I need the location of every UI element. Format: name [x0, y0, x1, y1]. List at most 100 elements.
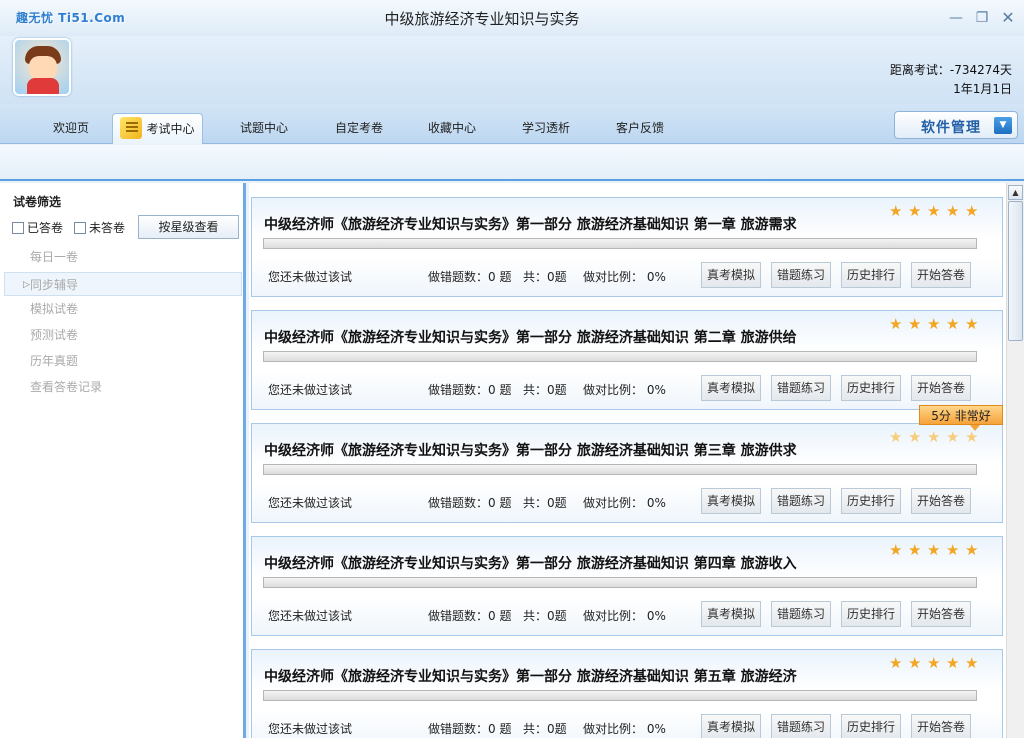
star-rating[interactable]: ★ ★ ★ ★ ★: [889, 204, 979, 220]
tab-welcome[interactable]: 欢迎页: [38, 113, 104, 144]
wrong-practice-button[interactable]: 错题练习: [771, 262, 831, 288]
star-icon[interactable]: ★: [946, 430, 959, 445]
star-icon[interactable]: ★: [908, 204, 921, 219]
mock-exam-button[interactable]: 真考模拟: [701, 488, 761, 514]
answered-checkbox[interactable]: 已答卷: [12, 219, 63, 236]
star-icon[interactable]: ★: [965, 543, 978, 558]
total-count: 共：0题: [523, 609, 567, 623]
wrong-practice-button[interactable]: 错题练习: [771, 601, 831, 627]
star-icon[interactable]: ★: [946, 317, 959, 332]
history-rank-button[interactable]: 历史排行: [841, 375, 901, 401]
paper-title: 中级经济师《旅游经济专业知识与实务》第一部分 旅游经济基础知识 第三章 旅游供求: [264, 443, 797, 459]
star-icon[interactable]: ★: [927, 543, 940, 558]
software-management-label: 软件管理: [921, 120, 981, 136]
star-rating[interactable]: ★ ★ ★ ★ ★: [889, 543, 979, 559]
tab-favorites[interactable]: 收藏中心: [418, 113, 486, 144]
start-exam-button[interactable]: 开始答卷: [911, 375, 971, 401]
star-icon[interactable]: ★: [889, 656, 902, 671]
star-icon[interactable]: ★: [965, 317, 978, 332]
wrong-count: 做错题数：0 题: [428, 496, 512, 510]
tab-custom-paper[interactable]: 自定考卷: [325, 113, 393, 144]
star-icon[interactable]: ★: [927, 204, 940, 219]
wrong-count: 做错题数：0 题: [428, 609, 512, 623]
mock-exam-button[interactable]: 真考模拟: [701, 262, 761, 288]
star-icon[interactable]: ★: [908, 656, 921, 671]
close-button[interactable]: ✕: [1000, 10, 1016, 26]
total-count: 共：0题: [523, 270, 567, 284]
tab-question-center[interactable]: 试题中心: [230, 113, 298, 144]
history-rank-button[interactable]: 历史排行: [841, 714, 901, 738]
paper-card: 中级经济师《旅游经济专业知识与实务》第一部分 旅游经济基础知识 第四章 旅游收入…: [251, 536, 1003, 636]
mock-exam-button[interactable]: 真考模拟: [701, 714, 761, 738]
attempt-status: 您还未做过该试: [268, 270, 353, 284]
attempt-status: 您还未做过该试: [268, 609, 353, 623]
sidebar-item-sync[interactable]: ▷ 同步辅导: [4, 272, 242, 296]
star-icon[interactable]: ★: [927, 430, 940, 445]
progress-bar: [263, 464, 977, 475]
wrong-practice-button[interactable]: 错题练习: [771, 714, 831, 738]
star-icon[interactable]: ★: [889, 317, 902, 332]
star-icon[interactable]: ★: [927, 317, 940, 332]
toolbar-strip: [0, 145, 1024, 181]
start-exam-button[interactable]: 开始答卷: [911, 488, 971, 514]
avatar: [13, 38, 71, 96]
unanswered-checkbox[interactable]: 未答卷: [74, 219, 125, 236]
start-exam-button[interactable]: 开始答卷: [911, 262, 971, 288]
history-rank-button[interactable]: 历史排行: [841, 601, 901, 627]
attempt-status: 您还未做过该试: [268, 383, 353, 397]
star-icon[interactable]: ★: [908, 543, 921, 558]
scroll-thumb[interactable]: [1008, 201, 1023, 341]
tab-exam-center-label: 考试中心: [146, 122, 195, 136]
star-icon[interactable]: ★: [965, 204, 978, 219]
star-rating[interactable]: ★ ★ ★ ★ ★: [889, 317, 979, 333]
unanswered-label: 未答卷: [89, 221, 126, 235]
correct-ratio: 做对比例： 0%: [583, 270, 666, 284]
star-icon[interactable]: ★: [889, 204, 902, 219]
correct-ratio: 做对比例： 0%: [583, 496, 666, 510]
star-icon[interactable]: ★: [889, 430, 902, 445]
star-rating[interactable]: ★ ★ ★ ★ ★: [889, 656, 979, 672]
main-nav: 欢迎页 考试中心 试题中心 自定考卷 收藏中心 学习透析 客户反馈: [0, 104, 1024, 144]
tab-exam-center[interactable]: 考试中心: [112, 113, 203, 144]
history-rank-button[interactable]: 历史排行: [841, 488, 901, 514]
star-icon[interactable]: ★: [908, 317, 921, 332]
progress-bar: [263, 577, 977, 588]
star-icon[interactable]: ★: [965, 656, 978, 671]
sidebar-item-records[interactable]: 查看答卷记录: [4, 375, 242, 399]
start-exam-button[interactable]: 开始答卷: [911, 601, 971, 627]
sidebar-item-forecast[interactable]: 预测试卷: [4, 323, 242, 347]
star-icon[interactable]: ★: [965, 430, 978, 445]
star-icon[interactable]: ★: [946, 656, 959, 671]
tab-study-analysis[interactable]: 学习透析: [512, 113, 580, 144]
star-icon[interactable]: ★: [946, 204, 959, 219]
paper-card: 中级经济师《旅游经济专业知识与实务》第一部分 旅游经济基础知识 第五章 旅游经济…: [251, 649, 1003, 738]
progress-bar: [263, 690, 977, 701]
scrollbar[interactable]: ▲: [1006, 183, 1024, 738]
maximize-button[interactable]: ❐: [974, 10, 990, 26]
sidebar-item-mock[interactable]: 模拟试卷: [4, 297, 242, 321]
mock-exam-button[interactable]: 真考模拟: [701, 375, 761, 401]
star-icon[interactable]: ★: [889, 543, 902, 558]
sidebar-item-past-exams[interactable]: 历年真题: [4, 349, 242, 373]
paper-list: 中级经济师《旅游经济专业知识与实务》第一部分 旅游经济基础知识 第一章 旅游需求…: [249, 183, 1006, 738]
history-rank-button[interactable]: 历史排行: [841, 262, 901, 288]
start-exam-button[interactable]: 开始答卷: [911, 714, 971, 738]
star-rating[interactable]: ★ ★ ★ ★ ★: [889, 430, 979, 446]
view-by-rating-button[interactable]: 按星级查看: [138, 215, 239, 239]
chevron-down-icon: ▼: [994, 117, 1012, 134]
sidebar-item-daily[interactable]: 每日一卷: [4, 245, 242, 269]
star-icon[interactable]: ★: [946, 543, 959, 558]
progress-bar: [263, 351, 977, 362]
software-management-button[interactable]: 软件管理 ▼: [894, 111, 1018, 139]
checkbox-icon: [74, 222, 86, 234]
wrong-practice-button[interactable]: 错题练习: [771, 488, 831, 514]
mock-exam-button[interactable]: 真考模拟: [701, 601, 761, 627]
star-icon[interactable]: ★: [908, 430, 921, 445]
star-icon[interactable]: ★: [927, 656, 940, 671]
wrong-practice-button[interactable]: 错题练习: [771, 375, 831, 401]
scroll-up-button[interactable]: ▲: [1008, 185, 1023, 200]
minimize-button[interactable]: —: [948, 10, 964, 26]
tab-feedback[interactable]: 客户反馈: [606, 113, 674, 144]
exam-countdown: 距离考试：-734274天: [889, 63, 1012, 77]
sidebar-item-label: 同步辅导: [30, 278, 79, 292]
